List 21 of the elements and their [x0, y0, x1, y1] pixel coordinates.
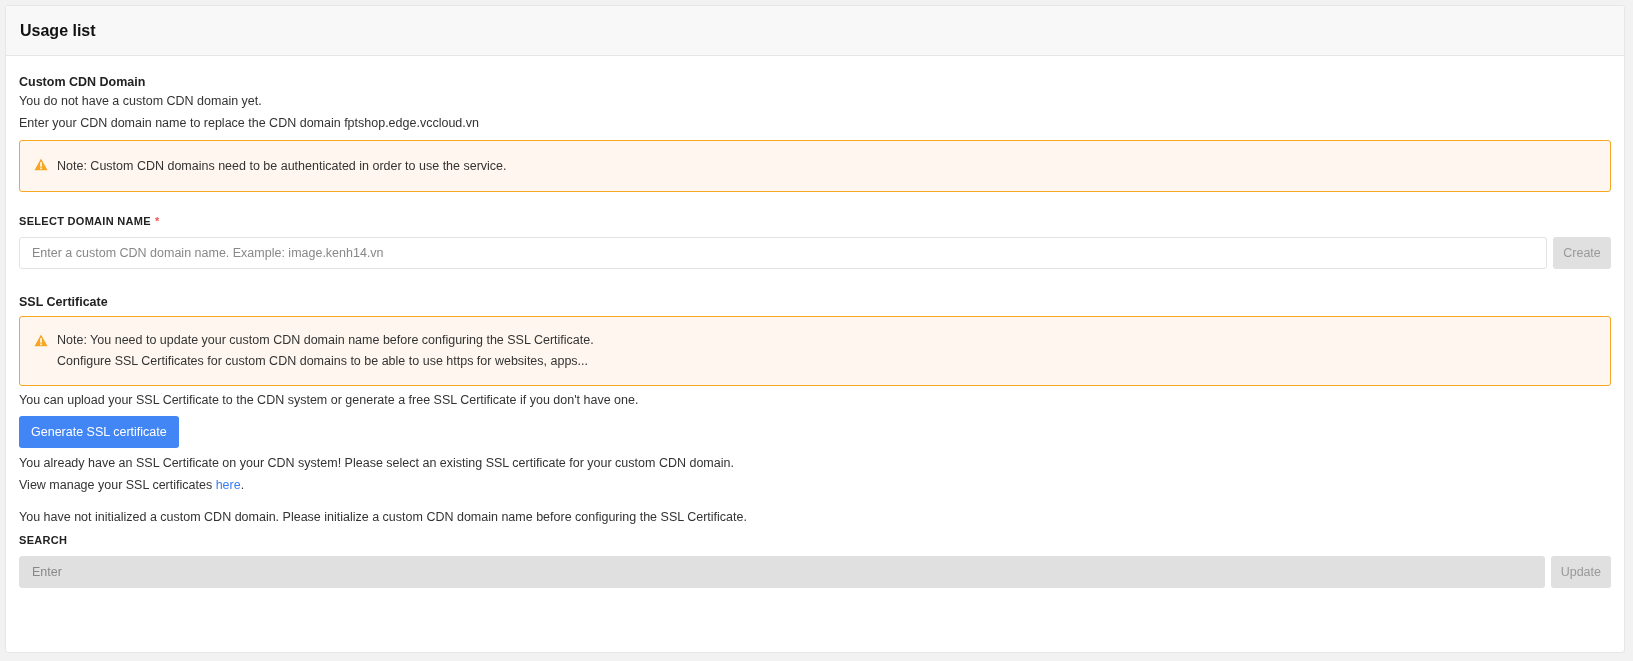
text-input[interactable]: Enter a custom CDN domain name. Example: image.kenh14.vn	[19, 237, 1547, 269]
note-text: Note: You need to update your custom CDN domain name before configuring the SSL Certificate.	[57, 332, 594, 349]
field-label: SEARCH	[19, 534, 68, 546]
description-text: View manage your SSL certificates	[19, 478, 214, 492]
note-text: Note: Custom CDN domains need to be authenticated in order to use the service.	[57, 157, 507, 175]
description-text: You do not have a custom CDN domain yet.	[19, 93, 262, 110]
description-text: You already have an SSL Certificate on your CDN system! Please select an existing SSL certificate for your custom CDN domain.	[19, 455, 734, 472]
description-text: Enter your CDN domain name to replace the CDN domain fptshop.edge.vccloud.vn	[19, 115, 479, 132]
section-heading: Custom CDN Domain	[19, 74, 146, 90]
description-text: You can upload your SSL Certificate to the CDN system or generate a free SSL Certificate if you don't have one.	[19, 392, 639, 409]
section-heading: SSL Certificate	[19, 294, 108, 310]
period-text: .	[240, 478, 245, 492]
note-text: Configure SSL Certificates for custom CDN domains to be able to use https for websites, apps...	[57, 353, 590, 370]
warning-icon	[34, 334, 48, 347]
here-link[interactable]: here	[215, 478, 241, 492]
required-mark: *	[154, 215, 160, 227]
generate-ssl-button[interactable]: Generate SSL certificate	[19, 416, 179, 448]
description-text: You have not initialized a custom CDN domain. Please initialize a custom CDN domain name before configuring the SSL Certificate.	[19, 509, 747, 526]
warning-icon	[34, 158, 48, 171]
panel-title: Usage list	[20, 21, 96, 40]
field-label: SELECT DOMAIN NAME	[19, 215, 151, 227]
